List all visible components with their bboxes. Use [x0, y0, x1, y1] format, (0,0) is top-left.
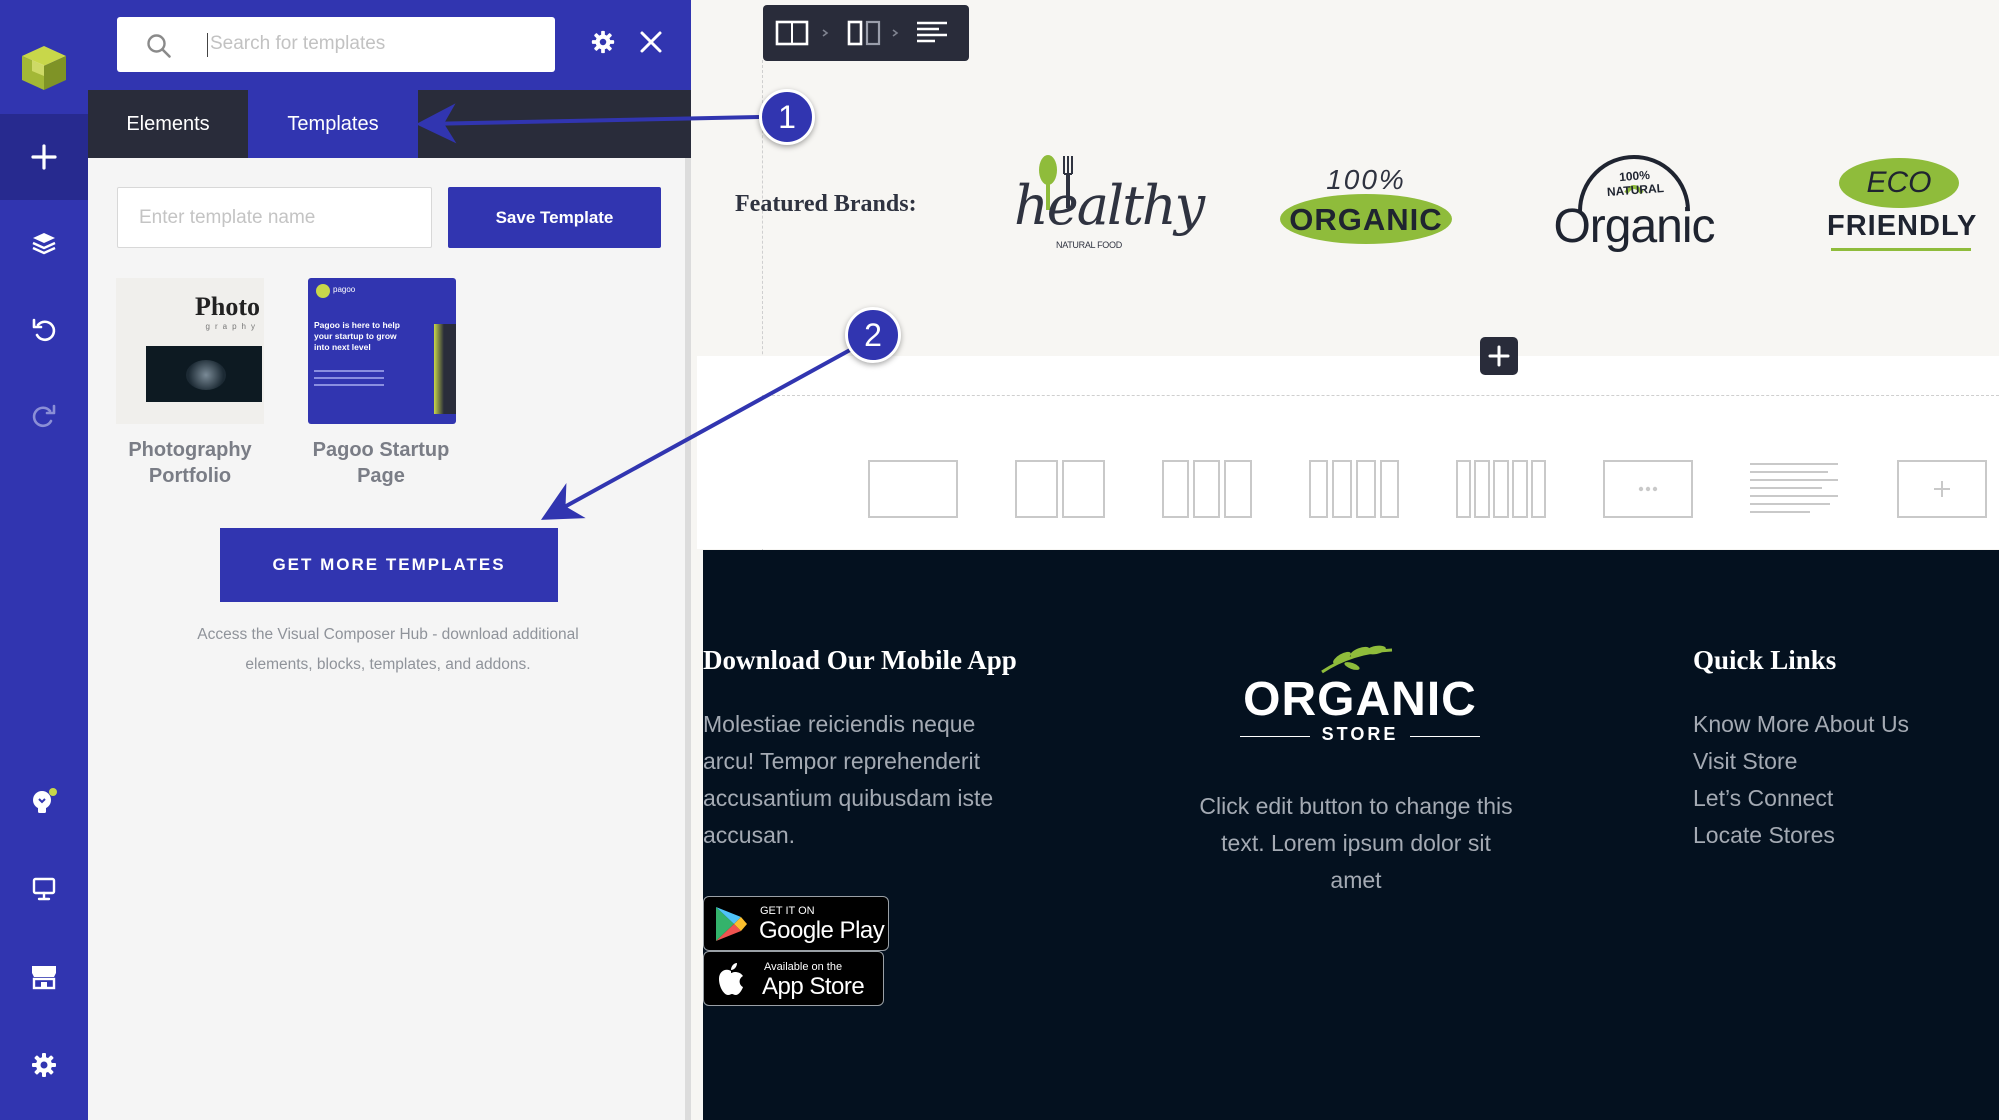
arrow-1	[416, 103, 760, 144]
arrow-2	[540, 348, 851, 520]
annotation-arrows	[416, 103, 851, 520]
callout-1: 1	[759, 89, 815, 145]
callout-2: 2	[845, 307, 901, 363]
